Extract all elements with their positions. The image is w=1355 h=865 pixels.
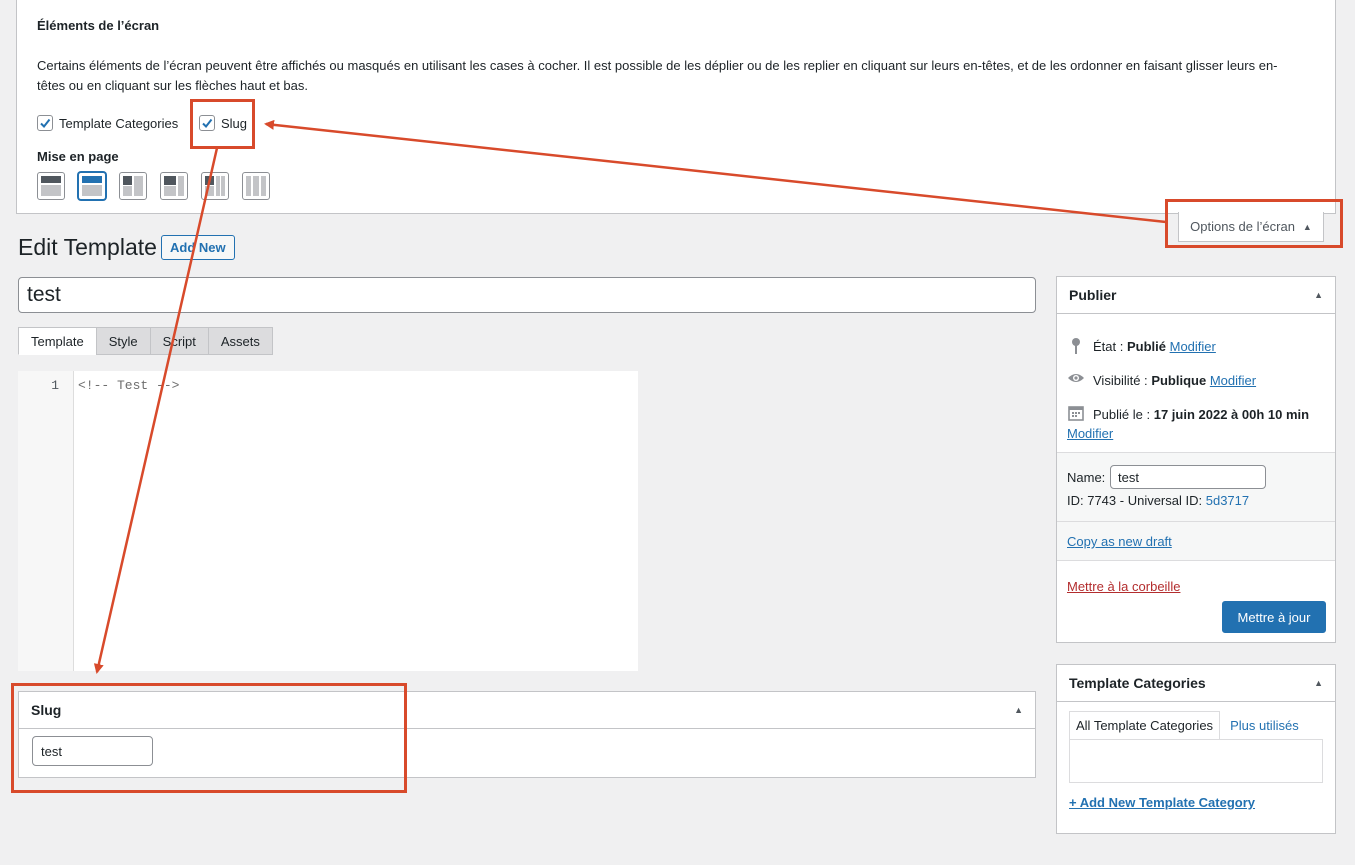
slug-input[interactable] <box>32 736 153 766</box>
layout-5-columns-icon[interactable] <box>201 172 229 200</box>
tab-all-categories[interactable]: All Template Categories <box>1069 711 1221 740</box>
layout-4-columns-icon[interactable] <box>160 172 188 200</box>
tab-assets[interactable]: Assets <box>207 327 273 355</box>
editor-gutter: 1 <box>18 371 74 671</box>
published-value: 17 juin 2022 à 00h 10 min <box>1153 407 1310 422</box>
published-label: Publié le : <box>1093 407 1151 422</box>
tab-most-used[interactable]: Plus utilisés <box>1220 711 1305 740</box>
layout-2-columns-icon[interactable] <box>78 172 106 200</box>
publish-metabox-title: Publier <box>1069 287 1117 303</box>
visibility-label: Visibilité : <box>1093 373 1148 388</box>
add-new-button[interactable]: Add New <box>161 235 235 260</box>
calendar-icon <box>1067 405 1085 421</box>
checkbox-slug[interactable]: Slug <box>199 115 247 131</box>
triangle-up-icon: ▲ <box>1302 221 1312 232</box>
screen-options-title: Éléments de l’écran <box>37 18 160 33</box>
layout-1-column-icon[interactable] <box>37 172 65 200</box>
tab-script[interactable]: Script <box>149 327 209 355</box>
tab-style[interactable]: Style <box>95 327 151 355</box>
collapse-triangle-icon[interactable]: ▲ <box>1314 290 1323 300</box>
publish-metabox-header[interactable]: Publier ▲ <box>1057 277 1335 314</box>
id-text: ID: 7743 - Universal ID: <box>1067 493 1203 508</box>
checkbox-label: Template Categories <box>59 115 179 131</box>
slug-metabox: Slug ▲ <box>18 691 1036 778</box>
code-line[interactable]: <!-- Test --> <box>78 378 179 393</box>
screen-options-toggle[interactable]: Options de l’écran ▲ <box>1178 212 1324 242</box>
checkbox-checked-icon[interactable] <box>37 115 53 131</box>
name-label: Name: <box>1067 470 1106 485</box>
line-number: 1 <box>51 378 59 393</box>
pin-icon <box>1067 337 1085 355</box>
publish-metabox: Publier ▲ État : Publié Modifier Visibil… <box>1056 276 1336 643</box>
edit-status-link[interactable]: Modifier <box>1170 339 1216 354</box>
page-title: Edit Template <box>18 234 157 260</box>
move-to-trash-link[interactable]: Mettre à la corbeille <box>1067 579 1180 594</box>
add-new-category-link[interactable]: + Add New Template Category <box>1069 795 1255 810</box>
categories-metabox-title: Template Categories <box>1069 675 1206 691</box>
template-categories-metabox: Template Categories ▲ All Template Categ… <box>1056 664 1336 834</box>
post-title-input[interactable] <box>18 277 1036 313</box>
edit-visibility-link[interactable]: Modifier <box>1210 373 1256 388</box>
screen-options-description: Certains éléments de l’écran peuvent êtr… <box>37 58 1278 93</box>
screen-options-toggle-label: Options de l’écran <box>1190 219 1295 234</box>
editor-tabs: Template Style Script Assets <box>18 327 273 355</box>
code-editor[interactable]: 1 <!-- Test --> <box>18 371 638 671</box>
layout-6-columns-icon[interactable] <box>242 172 270 200</box>
category-tabs: All Template Categories Plus utilisés <box>1069 711 1305 740</box>
copy-section: Copy as new draft <box>1057 522 1335 561</box>
status-label: État : <box>1093 339 1124 354</box>
status-row: État : Publié Modifier <box>1067 337 1329 357</box>
category-checklist[interactable] <box>1069 739 1323 783</box>
update-button[interactable]: Mettre à jour <box>1222 601 1326 633</box>
collapse-triangle-icon[interactable]: ▲ <box>1314 678 1323 688</box>
slug-metabox-header[interactable]: Slug ▲ <box>19 692 1035 729</box>
checkbox-label: Slug <box>221 115 248 131</box>
edit-date-link[interactable]: Modifier <box>1067 426 1113 441</box>
status-value: Publié <box>1126 339 1166 354</box>
visibility-row: Visibilité : Publique Modifier <box>1067 371 1329 391</box>
published-date-row: Publié le : 17 juin 2022 à 00h 10 min <box>1067 405 1329 425</box>
checkbox-template-categories[interactable]: Template Categories <box>37 115 178 131</box>
eye-icon <box>1067 371 1085 385</box>
layout-options <box>37 172 270 200</box>
name-input[interactable] <box>1110 465 1266 489</box>
collapse-triangle-icon[interactable]: ▲ <box>1014 705 1023 715</box>
name-section: Name: ID: 7743 - Universal ID: 5d3717 <box>1057 452 1335 522</box>
universal-id: 5d3717 <box>1205 493 1250 508</box>
id-line: ID: 7743 - Universal ID: 5d3717 <box>1067 493 1249 508</box>
screen-options-panel: Éléments de l’écran Certains éléments de… <box>16 0 1336 214</box>
layout-title: Mise en page <box>37 149 119 164</box>
categories-metabox-header[interactable]: Template Categories ▲ <box>1057 665 1335 702</box>
copy-as-new-draft-link[interactable]: Copy as new draft <box>1067 534 1172 549</box>
tab-template[interactable]: Template <box>18 327 97 355</box>
layout-3-columns-icon[interactable] <box>119 172 147 200</box>
slug-metabox-title: Slug <box>31 702 62 718</box>
checkbox-checked-icon[interactable] <box>199 115 215 131</box>
visibility-value: Publique <box>1151 373 1207 388</box>
